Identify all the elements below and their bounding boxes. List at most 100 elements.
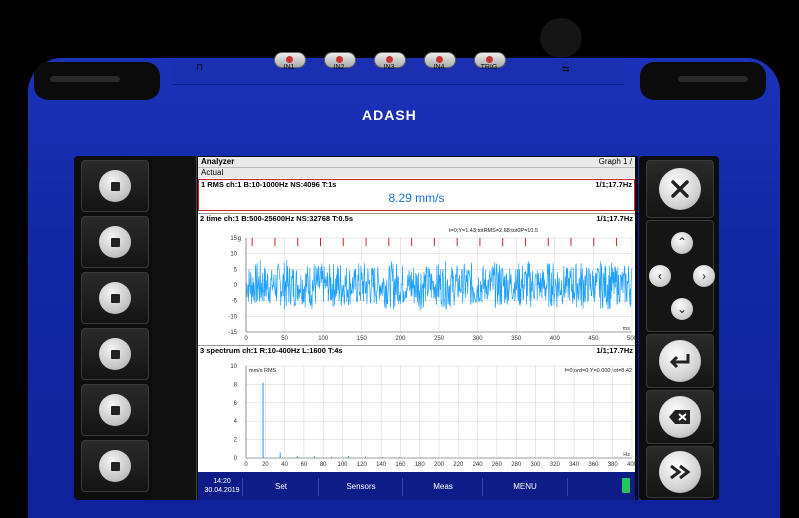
x-tick-label: 80: [320, 462, 327, 468]
softkey-sensors[interactable]: Sensors: [318, 478, 403, 496]
x-tick-label: 40: [281, 462, 288, 468]
x-tick-label: 200: [434, 462, 445, 468]
dpad[interactable]: ⌃ ‹ › ⌄: [646, 220, 715, 332]
softkey-meas[interactable]: Meas: [402, 478, 483, 496]
x-tick-label: 240: [473, 462, 484, 468]
y-tick-label: -5: [232, 299, 238, 305]
x-tick-label: 140: [376, 462, 387, 468]
app-header: Analyzer Graph 1 /: [198, 157, 635, 167]
port-label: IN1: [283, 64, 295, 71]
y-tick-label: 4: [234, 419, 238, 425]
x-tick-label: 280: [511, 462, 522, 468]
arrow-left-icon[interactable]: ‹: [649, 265, 671, 287]
analyzer-app: Analyzer Graph 1 / Actual 1 RMS ch:1 B:1…: [198, 157, 635, 500]
spectrum-readout: f=0;ord=0;Y=0.000;tot=8.42: [565, 368, 632, 374]
y-tick-label: 10: [230, 252, 237, 258]
x-tick-label: 20: [262, 462, 269, 468]
time-readout: t=0;Y=1.43;totRMS=2.68;tot0P=10.5: [449, 228, 538, 234]
softkey-strip: [152, 156, 197, 500]
x-tick-label: 400: [550, 336, 561, 342]
x-tick-label: 0: [244, 462, 248, 468]
port-label: IN3: [383, 64, 395, 71]
graph-label: Graph 1 /: [598, 157, 632, 166]
right-corner-pad: [640, 62, 766, 100]
rms-panel[interactable]: 1 RMS ch:1 B:10-1000Hz NS:4096 T:1s 1/1;…: [198, 179, 635, 211]
square-icon: [99, 450, 131, 482]
enter-button[interactable]: [646, 334, 714, 388]
backspace-icon: [659, 396, 701, 438]
x-tick-label: 340: [569, 462, 580, 468]
time-panel[interactable]: 2 time ch:1 B:500-25600Hz NS:32768 T:0.5…: [198, 213, 635, 345]
square-icon: [99, 282, 131, 314]
spectrum-page: 1/1;17.7Hz: [596, 346, 633, 355]
spectrum-chart: mm/s RMS f=0;ord=0;Y=0.000;tot=8.42 10 8 6 4 2…: [230, 364, 635, 468]
softkey-menu[interactable]: MENU: [482, 478, 568, 496]
y-tick-label: 8: [234, 382, 238, 388]
escape-button[interactable]: [646, 160, 714, 218]
y-tick-label: 10: [230, 364, 237, 370]
rms-header: 1 RMS ch:1 B:10-1000Hz NS:4096 T:1s: [201, 180, 337, 189]
time-page: 1/1;17.7Hz: [596, 214, 633, 223]
y-tick-label: -10: [228, 314, 237, 320]
x-tick-label: 120: [357, 462, 368, 468]
panel-header: 3 spectrum ch:1 R:10-400Hz L:1600 T:4s 1…: [198, 345, 635, 356]
vent-slot: [50, 76, 120, 82]
x-tick-label: 180: [415, 462, 426, 468]
close-icon: [659, 168, 701, 210]
link-icon: ⇆: [562, 64, 570, 74]
hw-button-2[interactable]: [81, 216, 149, 268]
y-tick-label: 5: [234, 267, 238, 273]
status-date: 30.04.2019: [204, 487, 240, 494]
square-icon: [99, 170, 131, 202]
x-tick-label: 220: [453, 462, 464, 468]
softkey-set[interactable]: Set: [242, 478, 319, 496]
vent-slot: [678, 76, 748, 82]
x-unit-label: Hz: [623, 452, 630, 458]
enter-icon: [659, 340, 701, 382]
antenna-knob: [540, 18, 582, 58]
square-icon: [99, 394, 131, 426]
x-tick-label: 100: [318, 336, 329, 342]
double-arrow-icon: [659, 451, 701, 493]
arrow-down-icon[interactable]: ⌄: [671, 298, 693, 320]
hw-button-6[interactable]: [81, 440, 149, 492]
hw-button-1[interactable]: [81, 160, 149, 212]
square-icon: [99, 226, 131, 258]
time-waveform-chart: t=0;Y=1.43;totRMS=2.68;tot0P=10.5g151050…: [228, 228, 635, 342]
y-tick-label: 6: [234, 401, 238, 407]
x-tick-label: 160: [395, 462, 406, 468]
status-time: 14:20: [213, 478, 231, 485]
x-tick-label: 0: [244, 336, 248, 342]
spectrum-panel[interactable]: 3 spectrum ch:1 R:10-400Hz L:1600 T:4s 1…: [198, 345, 635, 471]
x-tick-label: 350: [511, 336, 522, 342]
backspace-button[interactable]: [646, 390, 714, 444]
hw-button-4[interactable]: [81, 328, 149, 380]
arrow-up-icon[interactable]: ⌃: [671, 232, 693, 254]
x-tick-label: 380: [608, 462, 619, 468]
x-tick-label: 500: [627, 336, 635, 342]
hw-button-3[interactable]: [81, 272, 149, 324]
port-label: IN2: [333, 64, 345, 71]
right-button-column: ⌃ ‹ › ⌄: [639, 156, 719, 500]
y-unit-label: g: [238, 236, 241, 242]
left-button-column: [74, 156, 154, 500]
x-tick-label: 250: [434, 336, 445, 342]
app-subtitle: Actual: [198, 167, 635, 178]
left-corner-pad: [34, 62, 160, 100]
y-tick-label: 2: [234, 438, 238, 444]
time-header: 2 time ch:1 B:500-25600Hz NS:32768 T:0.5…: [200, 214, 353, 223]
x-tick-label: 100: [337, 462, 348, 468]
x-tick-label: 450: [588, 336, 599, 342]
next-button[interactable]: [646, 446, 714, 498]
usb-icon: ⊓: [196, 62, 204, 72]
hw-button-5[interactable]: [81, 384, 149, 436]
x-tick-label: 320: [550, 462, 561, 468]
battery-icon: [622, 478, 630, 493]
y-tick-label: 0: [234, 456, 238, 462]
panel-header: 1 RMS ch:1 B:10-1000Hz NS:4096 T:1s 1/1;…: [199, 180, 634, 190]
x-tick-label: 360: [588, 462, 599, 468]
arrow-right-icon[interactable]: ›: [693, 265, 715, 287]
x-tick-label: 300: [530, 462, 541, 468]
port-label: IN4: [433, 64, 445, 71]
bottom-bar: 14:20 30.04.2019 Set Sensors Meas MENU: [198, 472, 635, 500]
